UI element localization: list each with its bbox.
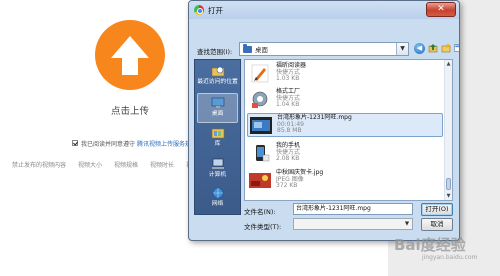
agreement-row: 我已阅读并同意遵守 腾讯视频上传服务规则 (72, 138, 197, 148)
file-row-format-factory[interactable]: 格式工厂 快捷方式 1.04 KB (247, 87, 443, 111)
dialog-title: 打开 (208, 6, 223, 15)
open-button[interactable]: 打开(O) (421, 203, 453, 216)
chevron-down-icon[interactable]: ▼ (402, 219, 412, 229)
place-libraries[interactable]: 库 (197, 124, 238, 154)
format-factory-icon (249, 90, 271, 109)
watermark-text: Bai度经验 (394, 236, 466, 254)
file-name-input[interactable]: 台湾形象片-1231阿旺.mpg (293, 203, 413, 215)
place-recent[interactable]: 最近访问的位置 (197, 62, 238, 92)
scroll-down-icon[interactable]: ▼ (445, 192, 452, 200)
file-size: 372 KB (276, 182, 298, 190)
file-size: 85.8 MB (277, 127, 302, 135)
recent-places-icon (211, 66, 224, 77)
agreement-checkbox[interactable] (72, 140, 78, 146)
file-list: 福昕阅读器 快捷方式 1.03 KB 格式工厂 快捷方式 1.04 KB 台湾形… (244, 59, 453, 201)
notice-item[interactable]: 禁止发布的视频内容 (12, 160, 66, 169)
file-type-dropdown[interactable]: ▼ (293, 218, 413, 230)
chevron-down-icon[interactable]: ▼ (396, 43, 408, 55)
place-network[interactable]: 网络 (197, 184, 238, 214)
phone-icon (249, 144, 271, 163)
file-size: 1.03 KB (276, 75, 300, 83)
back-icon[interactable]: ◀ (414, 42, 425, 54)
file-size: 1.04 KB (276, 101, 300, 109)
file-list-scrollbar[interactable]: ▲ ▼ (444, 60, 452, 200)
network-icon (212, 187, 223, 199)
upload-arrow-icon (111, 36, 149, 75)
foxit-reader-icon (249, 64, 271, 83)
notice-item[interactable]: 视频大小 (78, 160, 102, 169)
file-row-my-phone[interactable]: 我的手机 快捷方式 2.08 KB (247, 141, 443, 165)
video-thumbnail-icon (250, 116, 272, 135)
file-row-greeting-card[interactable]: 中秋国庆贺卡.jpg JPEG 图像 372 KB (247, 168, 443, 192)
view-menu-icon[interactable] (454, 42, 459, 54)
file-row-foxit[interactable]: 福昕阅读器 快捷方式 1.03 KB (247, 61, 443, 85)
file-name-label: 文件名(N): (244, 208, 276, 216)
upload-label[interactable]: 点击上传 (95, 103, 165, 117)
look-in-value: 桌面 (255, 46, 268, 54)
scroll-thumb[interactable] (446, 178, 451, 190)
image-thumbnail-icon (249, 171, 271, 190)
look-in-label: 查找范围(I): (197, 48, 233, 56)
notice-item[interactable]: 视频规格 (114, 160, 138, 169)
up-folder-icon[interactable] (428, 42, 438, 54)
file-size: 2.08 KB (276, 155, 300, 163)
upload-notice-row: 禁止发布的视频内容 视频大小 视频规格 视频时长 视频 (12, 160, 198, 169)
new-folder-icon[interactable] (441, 42, 451, 54)
scroll-up-icon[interactable]: ▲ (445, 60, 452, 68)
computer-icon (211, 158, 224, 169)
place-computer[interactable]: 计算机 (197, 155, 238, 185)
chrome-icon (194, 5, 204, 15)
place-desktop[interactable]: 桌面 (197, 93, 238, 123)
open-file-dialog: 打开 ✕ 查找范围(I): 桌面 ▼ ◀ 最近访问的位置 桌面 库 计算机 网络… (188, 0, 460, 241)
notice-item[interactable]: 视频时长 (150, 160, 174, 169)
look-in-dropdown[interactable]: 桌面 ▼ (239, 42, 409, 56)
upload-button[interactable] (95, 20, 165, 90)
folder-icon (243, 43, 252, 53)
dialog-toolbar: ◀ (414, 42, 459, 54)
baidu-jingyan-watermark: Bai度经验 jingyan.baidu.com (392, 230, 500, 270)
dialog-titlebar[interactable]: 打开 ✕ (189, 1, 459, 19)
libraries-icon (211, 128, 224, 139)
watermark-url: jingyan.baidu.com (422, 254, 478, 261)
file-type-label: 文件类型(T): (244, 223, 282, 231)
places-bar: 最近访问的位置 桌面 库 计算机 网络 (194, 59, 241, 215)
close-button[interactable]: ✕ (426, 2, 456, 17)
file-row-video[interactable]: 台湾形象片-1231阿旺.mpg 00:01:49 85.8 MB (247, 113, 443, 137)
agreement-text: 我已阅读并同意遵守 (81, 140, 136, 148)
desktop-icon (211, 97, 224, 108)
